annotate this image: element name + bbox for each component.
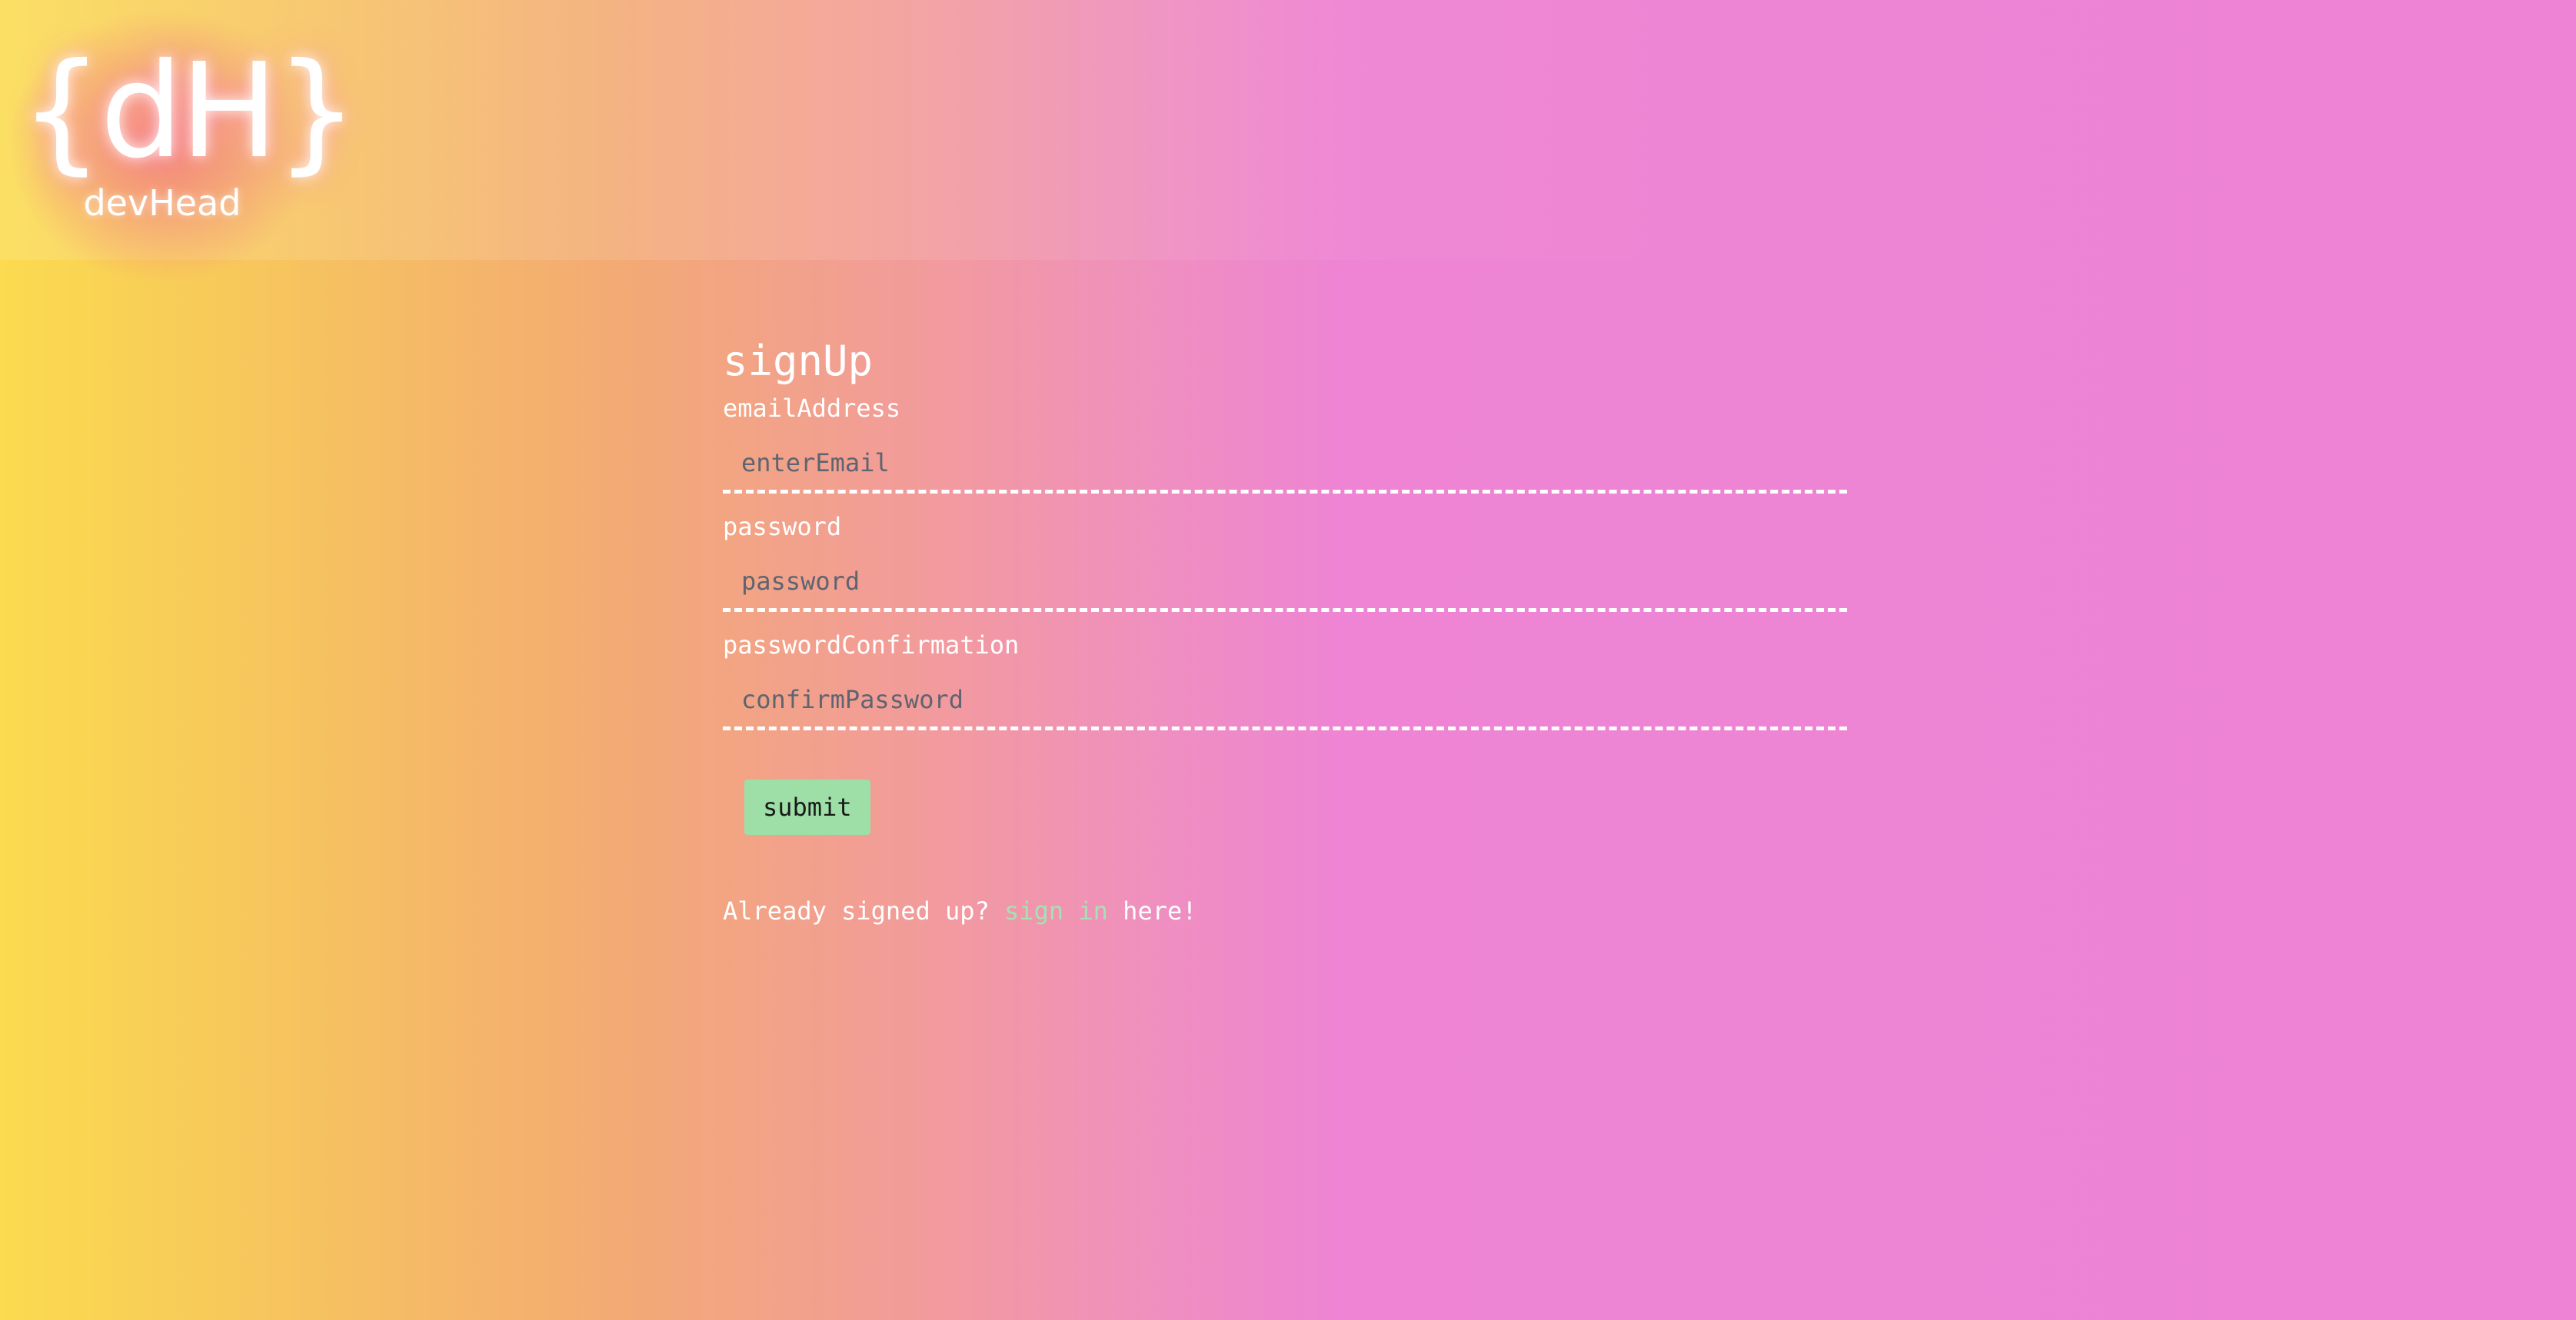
logo-text: devHead xyxy=(83,182,241,224)
sign-in-link[interactable]: sign in xyxy=(1004,896,1108,926)
password-confirmation-field[interactable] xyxy=(723,672,1847,730)
logo[interactable]: {dH} devHead xyxy=(20,35,358,224)
email-field[interactable] xyxy=(723,435,1847,494)
email-label: emailAddress xyxy=(723,394,901,423)
signup-form: signUp emailAddress password passwordCon… xyxy=(723,331,1847,927)
password-field[interactable] xyxy=(723,554,1847,612)
password-confirmation-label: passwordConfirmation xyxy=(723,630,1020,660)
signin-prefix: Already signed up? xyxy=(723,896,1005,926)
logo-mark: {dH} xyxy=(20,35,358,188)
signin-prompt: Already signed up? sign in here! xyxy=(723,895,1847,927)
page-title: signUp xyxy=(723,337,874,385)
submit-button[interactable]: submit xyxy=(744,780,870,835)
password-label: password xyxy=(723,512,842,541)
signin-suffix: here! xyxy=(1107,896,1197,926)
header-band xyxy=(0,0,2576,260)
